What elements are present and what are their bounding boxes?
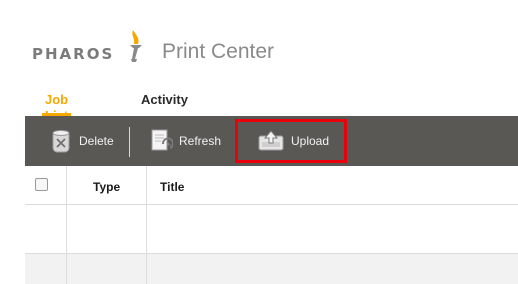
- toolbar-divider: [129, 127, 130, 157]
- delete-button[interactable]: Delete: [49, 116, 114, 166]
- select-all-checkbox[interactable]: [35, 178, 48, 191]
- torch-logo-icon: [130, 30, 142, 62]
- refresh-icon: [151, 129, 173, 151]
- tab-activity[interactable]: Activity: [141, 92, 188, 116]
- table-header-row: Type Title: [25, 166, 518, 205]
- upload-highlight-box: [235, 119, 347, 163]
- column-divider: [66, 166, 67, 284]
- table-row[interactable]: [25, 254, 518, 284]
- brand-name: PHAROS: [32, 45, 115, 63]
- column-divider: [146, 166, 147, 284]
- column-header-title[interactable]: Title: [160, 180, 184, 194]
- app-header: PHAROS Print Center: [32, 26, 292, 66]
- refresh-button[interactable]: Refresh: [149, 116, 221, 166]
- tab-label: Activity: [141, 92, 188, 107]
- product-name: Print Center: [162, 40, 275, 63]
- job-list-table: Type Title: [25, 166, 518, 284]
- column-header-type[interactable]: Type: [93, 180, 120, 194]
- trash-icon: [52, 130, 70, 153]
- refresh-label: Refresh: [179, 134, 222, 148]
- table-row[interactable]: [25, 205, 518, 254]
- tab-job-list[interactable]: Job List: [42, 92, 72, 123]
- delete-label: Delete: [79, 134, 114, 148]
